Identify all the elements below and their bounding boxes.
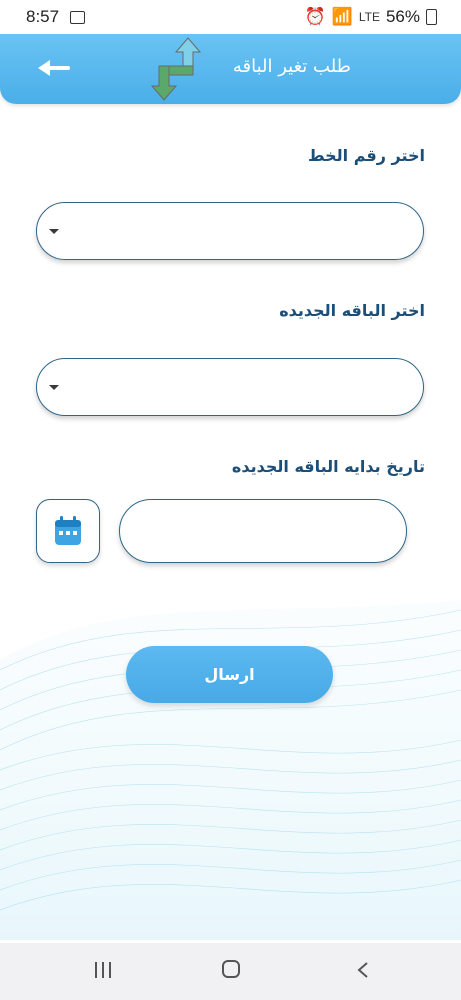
battery-percent: 56% [385,7,420,26]
date-input[interactable] [119,499,407,563]
line-label: اختر رقم الخط [307,146,425,165]
page-title: طلب تغير الباقه [232,56,351,77]
system-nav-bar [0,943,461,1000]
line-select[interactable] [36,202,424,260]
recent-apps-icon[interactable] [94,961,112,979]
swap-arrows-icon [150,37,202,101]
gallery-icon [70,11,85,24]
caret-down-icon [49,229,59,234]
background-waves [0,600,461,940]
back-icon[interactable] [356,961,370,979]
home-icon[interactable] [222,960,240,978]
calendar-icon [55,516,81,545]
package-label: اختر الباقه الجديده [279,301,425,320]
status-indicators: ⏰ 📶 LTE 56% [304,7,437,27]
caret-down-icon [49,385,59,390]
arrow-left-icon[interactable] [36,56,72,80]
date-label: تاريخ بدايه الباقه الجديده [231,457,425,476]
calendar-button[interactable] [36,499,100,563]
app-header: طلب تغير الباقه [0,34,461,104]
status-bar: 8:57 ⏰ 📶 LTE 56% [0,0,461,34]
wifi-icon: 📶 [331,7,353,26]
network-label: LTE [358,10,380,24]
battery-icon [426,9,437,25]
submit-button[interactable]: ارسال [126,646,333,703]
status-time: 8:57 [26,7,60,26]
alarm-icon: ⏰ [304,7,326,26]
package-select[interactable] [36,358,424,416]
